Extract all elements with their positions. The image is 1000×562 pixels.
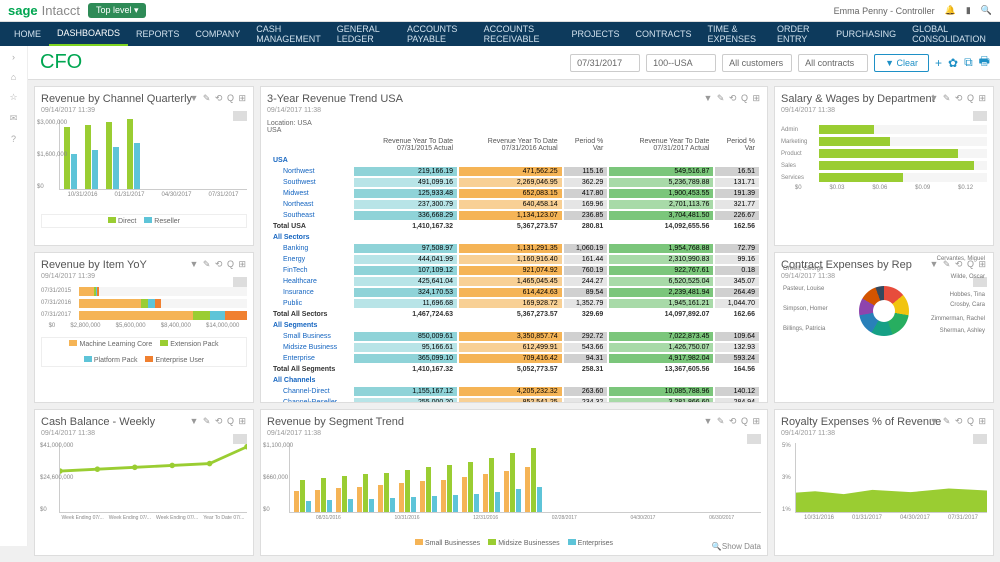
topbar: sage Intacct Top level ▾ Emma Penny - Co… — [0, 0, 1000, 22]
filter-entity[interactable]: 100--USA — [646, 54, 716, 72]
help-icon[interactable]: ? — [11, 134, 16, 144]
card-timestamp: 09/14/2017 11:39 — [41, 107, 247, 114]
copy-icon[interactable]: ⧉ — [964, 55, 973, 70]
home-icon[interactable]: ⌂ — [11, 72, 16, 82]
card-timestamp: 09/14/2017 11:38 — [267, 107, 761, 114]
brand-sage: sage — [8, 3, 38, 18]
nav-dashboards[interactable]: DASHBOARDS — [49, 22, 128, 46]
edit-icon[interactable] — [973, 111, 987, 121]
card-timestamp: 09/14/2017 11:38 — [41, 430, 247, 437]
nav-global-consolidation[interactable]: GLOBAL CONSOLIDATION — [904, 22, 994, 46]
message-icon[interactable]: ✉ — [10, 113, 18, 124]
nav-cash-management[interactable]: CASH MANAGEMENT — [248, 22, 329, 46]
topbar-right: Emma Penny - Controller 🔔 ▮ 🔍 — [834, 5, 992, 16]
level-dropdown[interactable]: Top level ▾ — [88, 3, 147, 18]
brand-intacct: Intacct — [42, 3, 80, 18]
legend: Machine Learning Core Extension Pack Pla… — [41, 337, 247, 367]
clear-button[interactable]: ▼ Clear — [874, 54, 929, 72]
card-title: Revenue by Segment Trend — [267, 416, 761, 428]
bookmark-icon[interactable]: ▮ — [966, 5, 971, 16]
page-title: CFO — [40, 51, 82, 74]
nav-accounts-payable[interactable]: ACCOUNTS PAYABLE — [399, 22, 476, 46]
dashboard-grid: ▼ ✎ ⟲ Q ⊞ Revenue by Channel Quarterly 0… — [28, 80, 1000, 562]
card-tools[interactable]: ▼ ✎ ⟲ Q ⊞ — [189, 416, 247, 427]
card-timestamp: 09/14/2017 11:38 — [781, 107, 987, 114]
search-icon[interactable]: 🔍 — [981, 5, 992, 16]
legend: DirectReseller — [41, 214, 247, 228]
card-royalty-expenses: ▼ ✎ ⟲ Q ⊞ Royalty Expenses % of Revenue … — [774, 409, 994, 556]
card-tools[interactable]: ▼ ✎ ⟲ Q ⊞ — [703, 93, 761, 104]
nav-projects[interactable]: PROJECTS — [563, 22, 627, 46]
main-nav: HOME DASHBOARDS REPORTS COMPANY CASH MAN… — [0, 22, 1000, 46]
menu-icon[interactable]: › — [12, 52, 15, 62]
card-timestamp: 09/14/2017 11:38 — [267, 430, 761, 437]
pie-chart — [859, 286, 909, 336]
nav-time-expenses[interactable]: TIME & EXPENSES — [700, 22, 769, 46]
card-cash-balance: ▼ ✎ ⟲ Q ⊞ Cash Balance - Weekly 09/14/20… — [34, 409, 254, 556]
chart-item-yoy: 07/31/2015 07/31/2016 07/31/2017 $0$2,80… — [41, 280, 247, 333]
card-tools[interactable]: ▼ ✎ ⟲ Q ⊞ — [929, 93, 987, 104]
card-timestamp: 09/14/2017 11:38 — [781, 430, 987, 437]
chart-royalty: 5%3%1% — [795, 443, 987, 513]
filter-date[interactable]: 07/31/2017 — [570, 54, 640, 72]
chart-salary: Admin Marketing Product Sales Services $… — [781, 118, 987, 195]
nav-order-entry[interactable]: ORDER ENTRY — [769, 22, 828, 46]
card-title: 3-Year Revenue Trend USA — [267, 93, 761, 105]
notification-icon[interactable]: 🔔 — [945, 5, 956, 16]
location-value: USA — [267, 127, 761, 134]
add-icon[interactable]: + — [935, 56, 942, 70]
card-tools[interactable]: ▼ ✎ ⟲ Q ⊞ — [929, 416, 987, 427]
star-icon[interactable]: ☆ — [9, 92, 17, 103]
nav-general-ledger[interactable]: GENERAL LEDGER — [329, 22, 399, 46]
show-data-button[interactable]: 🔍Show Data — [712, 542, 761, 551]
card-revenue-channel: ▼ ✎ ⟲ Q ⊞ Revenue by Channel Quarterly 0… — [34, 86, 254, 246]
nav-reports[interactable]: REPORTS — [128, 22, 187, 46]
subbar: › ⌂ ☆ ✉ ? CFO 07/31/2017 100--USA All cu… — [0, 46, 1000, 80]
legend: Small Businesses Midsize Businesses Ente… — [267, 537, 761, 549]
card-salary-wages: ▼ ✎ ⟲ Q ⊞ Salary & Wages by Department 0… — [774, 86, 994, 246]
nav-contracts[interactable]: CONTRACTS — [628, 22, 700, 46]
card-contract-expenses: ▼ ✎ ⟲ Q ⊞ Contract Expenses by Rep 09/14… — [774, 252, 994, 404]
leftrail: › ⌂ ☆ ✉ ? — [0, 46, 28, 546]
nav-company[interactable]: COMPANY — [187, 22, 248, 46]
print-icon[interactable]: 🖶 — [979, 52, 990, 73]
card-timestamp: 09/14/2017 11:39 — [41, 273, 247, 280]
card-revenue-item-yoy: ▼ ✎ ⟲ Q ⊞ Revenue by Item YoY 09/14/2017… — [34, 252, 254, 404]
card-tools[interactable]: ▼ ✎ ⟲ Q ⊞ — [703, 416, 761, 427]
card-tools[interactable]: ▼ ✎ ⟲ Q ⊞ — [189, 259, 247, 270]
nav-home[interactable]: HOME — [6, 22, 49, 46]
chart-revenue-channel: $3,000,000$1,600,000$0 10/31/201601/31/2… — [41, 120, 247, 210]
filter-contracts[interactable]: All contracts — [798, 54, 868, 72]
location-label: Location: USA — [267, 120, 761, 127]
nav-accounts-receivable[interactable]: ACCOUNTS RECEIVABLE — [476, 22, 564, 46]
chart-cash-line: $41,000,000$24,600,000$0 — [59, 443, 247, 513]
filter-customers[interactable]: All customers — [722, 54, 792, 72]
gear-icon[interactable]: ✿ — [948, 56, 958, 70]
nav-purchasing[interactable]: PURCHASING — [828, 22, 904, 46]
trend-table: Revenue Year To Date 07/31/2015 ActualRe… — [267, 134, 761, 403]
card-3year-trend: ▼ ✎ ⟲ Q ⊞ 3-Year Revenue Trend USA 09/14… — [260, 86, 768, 403]
card-tools[interactable]: ▼ ✎ ⟲ Q ⊞ — [189, 93, 247, 104]
content: ▼ ✎ ⟲ Q ⊞ Revenue by Channel Quarterly 0… — [0, 80, 1000, 562]
filters: 07/31/2017 100--USA All customers All co… — [570, 52, 990, 73]
brand: sage Intacct — [8, 3, 80, 18]
chart-contract-pie: Orwell, George Pasteur, Louise Simpson, … — [781, 286, 987, 386]
card-revenue-segment: ▼ ✎ ⟲ Q ⊞ Revenue by Segment Trend 09/14… — [260, 409, 768, 556]
chart-segment: $1,100,000$660,000$0 08/31/201610/31/201… — [267, 443, 761, 533]
edit-icon[interactable] — [233, 277, 247, 287]
user-label[interactable]: Emma Penny - Controller — [834, 6, 935, 16]
